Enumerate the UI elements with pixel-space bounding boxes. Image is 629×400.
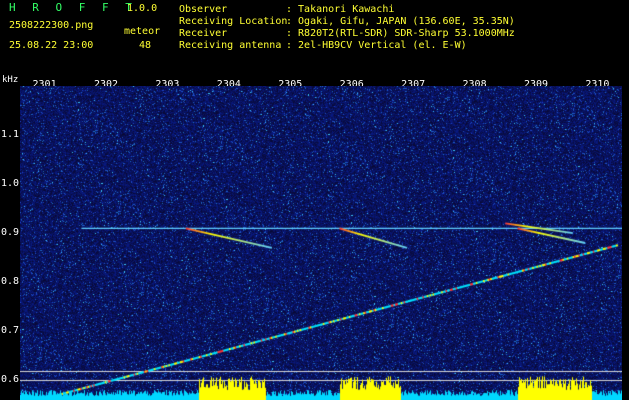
- y-tick-label: 0.9: [1, 227, 20, 239]
- y-tick-label: 0.6: [1, 374, 20, 386]
- y-unit-label: kHz: [2, 75, 19, 85]
- y-tick-label: 0.7: [1, 325, 20, 337]
- observer-key: Observer: [179, 4, 228, 15]
- filename-label: 2508222300.png: [9, 20, 94, 31]
- antenna-key: Receiving antenna: [179, 40, 282, 51]
- header-panel: H R O F F T 1.0.0 2508222300.png meteor …: [0, 0, 629, 74]
- antenna-value: : 2el-HB9CV Vertical (el. E-W): [286, 40, 467, 51]
- y-tick-label: 1.0: [1, 178, 20, 190]
- y-tick-label: 0.8: [1, 276, 20, 288]
- location-key: Receiving Location: [179, 16, 288, 27]
- datetime-label: 25.08.22 23:00: [9, 40, 94, 51]
- receiver-key: Receiver: [179, 28, 228, 39]
- receiver-value: : R820T2(RTL-SDR) SDR-Sharp 53.1000MHz: [286, 28, 515, 39]
- app-title: H R O F F T: [9, 1, 137, 14]
- location-value: : Ogaki, Gifu, JAPAN (136.60E, 35.35N): [286, 16, 515, 27]
- app-version: 1.0.0: [127, 3, 158, 14]
- meteor-count: 48: [139, 40, 152, 51]
- y-tick-label: 1.1: [1, 129, 20, 141]
- meteor-label: meteor: [124, 26, 161, 37]
- spectrogram-canvas: [20, 86, 622, 400]
- observer-value: : Takanori Kawachi: [286, 4, 395, 15]
